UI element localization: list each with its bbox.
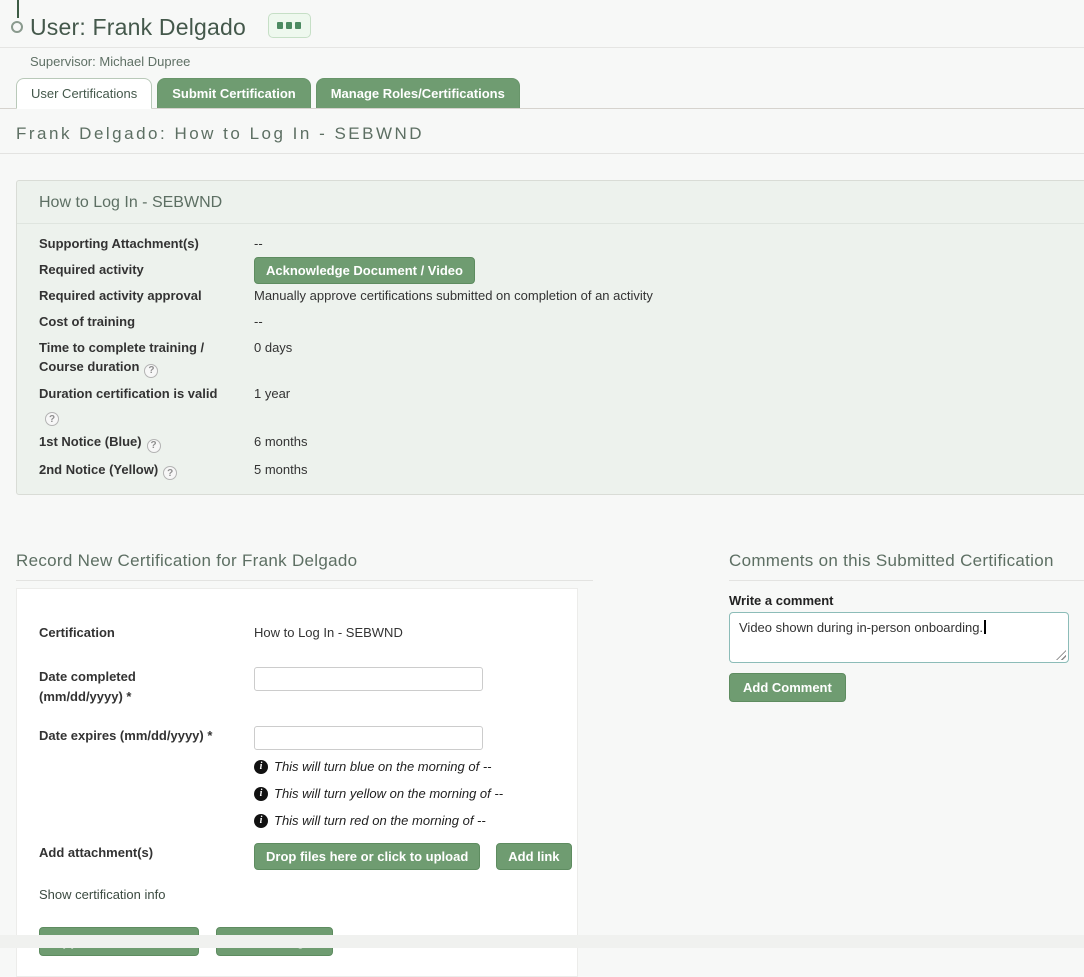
panel-row-required-activity: Required activity Acknowledge Document /…	[39, 260, 1065, 284]
acknowledge-document-video-button[interactable]: Acknowledge Document / Video	[254, 257, 475, 284]
footer-strip	[0, 935, 1084, 948]
help-icon[interactable]: ?	[144, 364, 158, 378]
write-comment-label: Write a comment	[729, 593, 1084, 608]
certification-page-heading: Frank Delgado: How to Log In - SEBWND	[0, 109, 1084, 154]
more-options-button[interactable]	[268, 13, 311, 38]
form-row-date-completed: Date completed (mm/dd/yyyy) *	[39, 667, 555, 707]
show-certification-info-link[interactable]: Show certification info	[39, 887, 165, 902]
date-expires-input[interactable]	[254, 726, 483, 750]
upload-files-button[interactable]: Drop files here or click to upload	[254, 843, 480, 870]
supervisor-label: Supervisor: Michael Dupree	[30, 54, 1068, 69]
ellipsis-icon	[277, 22, 283, 29]
tab-user-certifications[interactable]: User Certifications	[16, 78, 152, 109]
record-form-heading: Record New Certification for Frank Delga…	[16, 551, 593, 581]
form-row-certification: Certification How to Log In - SEBWND	[39, 623, 555, 643]
panel-row-required-activity-approval: Required activity approval Manually appr…	[39, 286, 1065, 305]
page-title: User: Frank Delgado	[30, 14, 246, 41]
tab-submit-certification[interactable]: Submit Certification	[157, 78, 311, 108]
expiry-note-red: iThis will turn red on the morning of --	[254, 811, 555, 831]
help-icon[interactable]: ?	[147, 439, 161, 453]
comment-text: Video shown during in-person onboarding.	[739, 620, 983, 635]
ellipsis-icon	[286, 22, 292, 29]
text-cursor	[984, 620, 986, 634]
panel-row-duration-valid: Duration certification is valid ? 1 year	[39, 384, 1065, 427]
expiry-note-blue: iThis will turn blue on the morning of -…	[254, 757, 555, 777]
certification-details-panel: How to Log In - SEBWND Supporting Attach…	[16, 180, 1084, 495]
info-icon: i	[254, 814, 268, 828]
panel-row-cost-of-training: Cost of training --	[39, 312, 1065, 331]
tab-bar: User Certifications Submit Certification…	[0, 78, 1084, 109]
panel-row-supporting-attachments: Supporting Attachment(s) --	[39, 234, 1065, 253]
add-comment-button[interactable]: Add Comment	[729, 673, 846, 702]
date-completed-input[interactable]	[254, 667, 483, 691]
info-icon: i	[254, 760, 268, 774]
panel-row-time-to-complete: Time to complete training / Course durat…	[39, 338, 1065, 378]
help-icon[interactable]: ?	[45, 412, 59, 426]
panel-row-second-notice: 2nd Notice (Yellow)? 5 months	[39, 460, 1065, 481]
record-form-card: Certification How to Log In - SEBWND Dat…	[16, 588, 578, 977]
form-row-date-expires: Date expires (mm/dd/yyyy) * iThis will t…	[39, 726, 555, 831]
ellipsis-icon	[295, 22, 301, 29]
panel-row-first-notice: 1st Notice (Blue)? 6 months	[39, 432, 1065, 453]
panel-title: How to Log In - SEBWND	[17, 181, 1084, 224]
form-row-add-attachments: Add attachment(s) Drop files here or cli…	[39, 843, 555, 870]
expiry-note-yellow: iThis will turn yellow on the morning of…	[254, 784, 555, 804]
tab-manage-roles-certifications[interactable]: Manage Roles/Certifications	[316, 78, 520, 108]
resize-handle-icon[interactable]	[1056, 650, 1066, 660]
header: User: Frank Delgado	[0, 0, 1084, 48]
add-link-button[interactable]: Add link	[496, 843, 571, 870]
comment-textarea[interactable]: Video shown during in-person onboarding.	[729, 612, 1069, 663]
user-status-icon	[11, 21, 23, 33]
info-icon: i	[254, 787, 268, 801]
certification-value: How to Log In - SEBWND	[254, 623, 555, 643]
comments-heading: Comments on this Submitted Certification	[729, 551, 1084, 581]
help-icon[interactable]: ?	[163, 466, 177, 480]
